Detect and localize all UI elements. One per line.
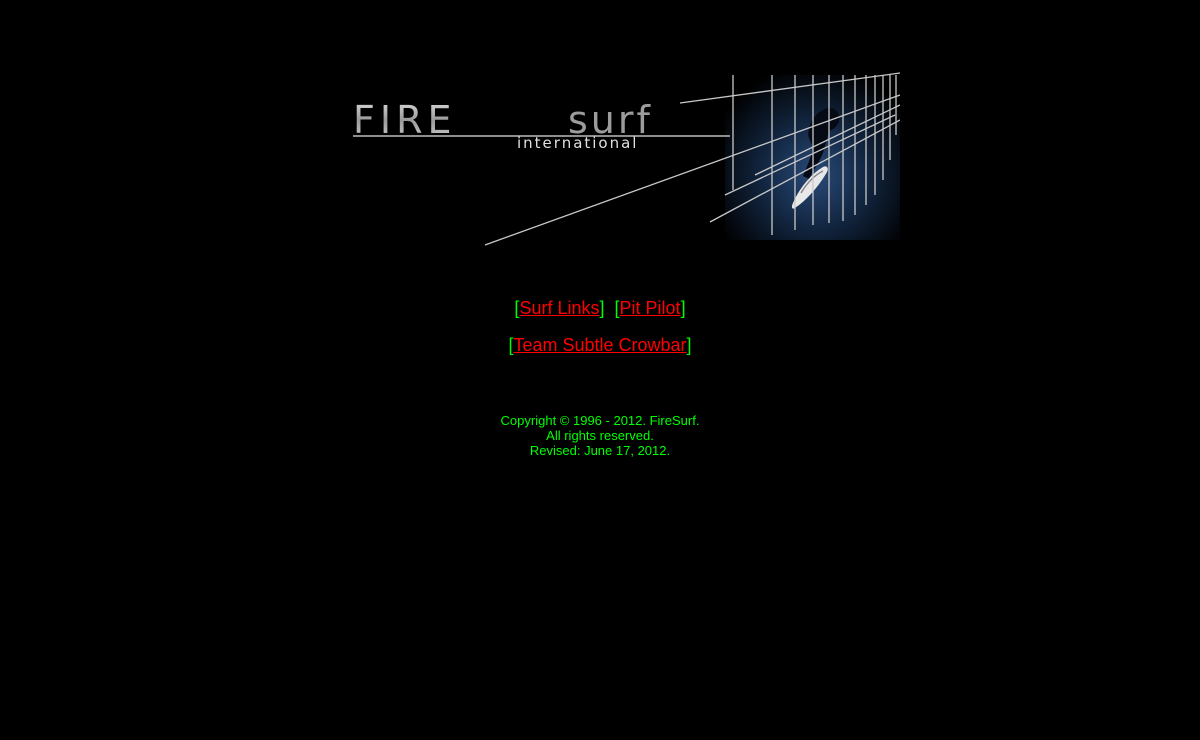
logo-subtitle-text: international: [517, 134, 638, 152]
revised-date-text: Revised: June 17, 2012.: [529, 443, 671, 458]
firesurf-banner-graphic: FIRE surf international: [353, 72, 900, 246]
bracket-close: ]: [599, 298, 605, 318]
bracket-close: ]: [686, 335, 692, 355]
rights-text: All rights reserved.: [546, 428, 654, 443]
copyright-text: Copyright © 1996 - 2012. FireSurf.: [500, 413, 700, 428]
header-banner: FIRE surf international: [295, 65, 900, 275]
nav-row-primary: [Surf Links] [Pit Pilot]: [0, 298, 1200, 318]
pit-pilot-link[interactable]: Pit Pilot: [620, 298, 681, 318]
nav-row-secondary: [Team Subtle Crowbar]: [0, 335, 1200, 355]
footer: Copyright © 1996 - 2012. FireSurf. All r…: [0, 413, 1200, 458]
firesurf-logo: FIRE surf international: [353, 98, 730, 152]
team-subtle-crowbar-link[interactable]: Team Subtle Crowbar: [513, 335, 686, 355]
bracket-close: ]: [680, 298, 686, 318]
surf-links-link[interactable]: Surf Links: [519, 298, 599, 318]
